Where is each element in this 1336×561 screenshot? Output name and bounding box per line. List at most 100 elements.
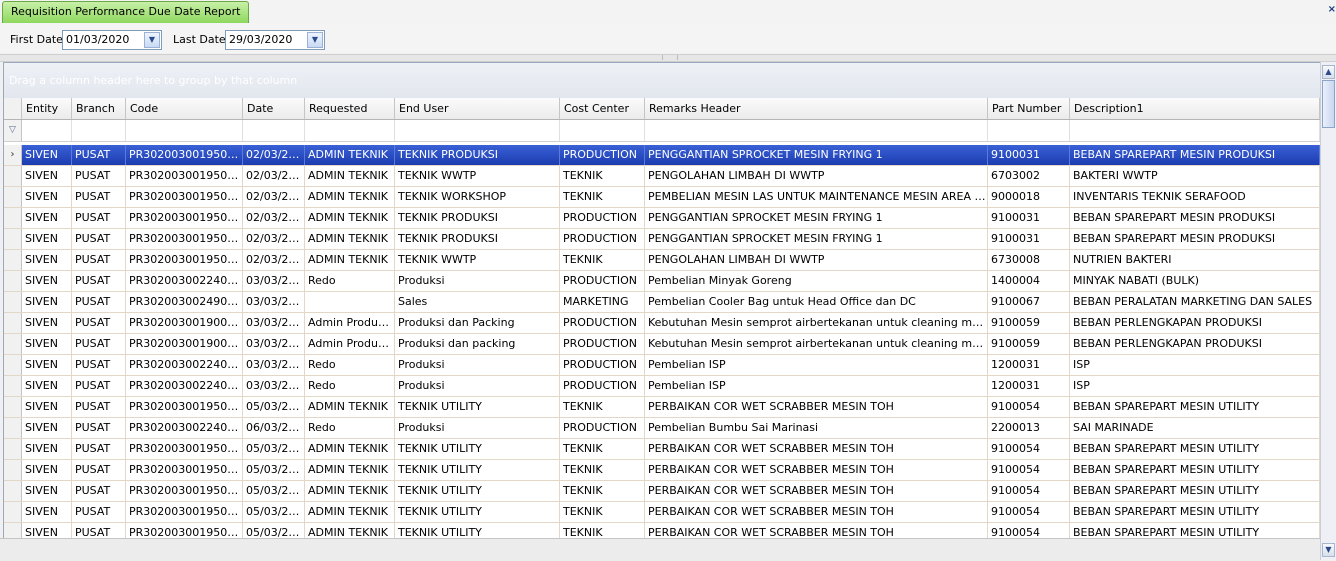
filter-col-end-user[interactable] (395, 120, 560, 141)
cell-description1[interactable]: BEBAN SPAREPART MESIN PRODUKSI (1070, 208, 1320, 228)
cell-end-user[interactable]: TEKNIK UTILITY (395, 502, 560, 522)
cell-branch[interactable]: PUSAT (72, 355, 126, 375)
cell-description1[interactable]: ISP (1070, 355, 1320, 375)
cell-remarks-header[interactable]: Pembelian Bumbu Sai Marinasi (645, 418, 988, 438)
cell-end-user[interactable]: Produksi (395, 418, 560, 438)
table-row[interactable]: SIVEN PUSAT PR3020030019000007 03/03/2020 Ad… (4, 334, 1320, 355)
cell-requested[interactable]: ADMIN TEKNIK (305, 145, 395, 165)
cell-branch[interactable]: PUSAT (72, 187, 126, 207)
chevron-down-icon[interactable]: ▼ (307, 32, 323, 48)
cell-code[interactable]: PR3020030019000007 (126, 313, 243, 333)
cell-part-number[interactable]: 9000018 (988, 187, 1070, 207)
cell-code[interactable]: PR3020030019500003 (126, 250, 243, 270)
cell-cost-center[interactable]: TEKNIK (560, 397, 645, 417)
cell-code[interactable]: PR3020030022400006 (126, 271, 243, 291)
cell-cost-center[interactable]: TEKNIK (560, 481, 645, 501)
cell-code[interactable]: PR3020030019500001 (126, 145, 243, 165)
cell-entity[interactable]: SIVEN (22, 334, 72, 354)
filter-col-requested[interactable] (305, 120, 395, 141)
cell-date[interactable]: 05/03/2020 (243, 481, 305, 501)
cell-description1[interactable]: BEBAN SPAREPART MESIN UTILITY (1070, 502, 1320, 522)
row-indicator[interactable] (4, 397, 22, 417)
table-row[interactable]: SIVEN PUSAT PR3020030019500009 05/03/2020 AD… (4, 397, 1320, 418)
cell-entity[interactable]: SIVEN (22, 187, 72, 207)
cell-remarks-header[interactable]: PERBAIKAN COR WET SCRABBER MESIN TOH (645, 502, 988, 522)
cell-description1[interactable]: BEBAN SPAREPART MESIN PRODUKSI (1070, 229, 1320, 249)
cell-description1[interactable]: BEBAN SPAREPART MESIN UTILITY (1070, 397, 1320, 417)
cell-requested[interactable]: ADMIN TEKNIK (305, 460, 395, 480)
cell-remarks-header[interactable]: PERBAIKAN COR WET SCRABBER MESIN TOH (645, 481, 988, 501)
cell-description1[interactable]: BEBAN SPAREPART MESIN UTILITY (1070, 481, 1320, 501)
cell-remarks-header[interactable]: PENGOLAHAN LIMBAH DI WWTP (645, 250, 988, 270)
table-row[interactable]: SIVEN PUSAT PR3020030019500009 05/03/2020 AD… (4, 460, 1320, 481)
cell-part-number[interactable]: 9100054 (988, 460, 1070, 480)
cell-code[interactable]: PR3020030022400005 (126, 376, 243, 396)
cell-end-user[interactable]: TEKNIK PRODUKSI (395, 208, 560, 228)
cell-requested[interactable]: ADMIN TEKNIK (305, 187, 395, 207)
cell-remarks-header[interactable]: Pembelian ISP (645, 376, 988, 396)
scroll-down-icon[interactable]: ▼ (1322, 543, 1335, 557)
header-col-date[interactable]: Date (243, 98, 305, 119)
cell-cost-center[interactable]: TEKNIK (560, 250, 645, 270)
cell-code[interactable]: PR3020030024900004 (126, 292, 243, 312)
cell-code[interactable]: PR3020030019500002 (126, 187, 243, 207)
cell-entity[interactable]: SIVEN (22, 166, 72, 186)
cell-part-number[interactable]: 1200031 (988, 355, 1070, 375)
cell-end-user[interactable]: TEKNIK UTILITY (395, 439, 560, 459)
splitter[interactable] (0, 54, 1336, 62)
cell-branch[interactable]: PUSAT (72, 271, 126, 291)
cell-cost-center[interactable]: PRODUCTION (560, 376, 645, 396)
cell-date[interactable]: 05/03/2020 (243, 439, 305, 459)
row-indicator[interactable] (4, 439, 22, 459)
cell-requested[interactable]: ADMIN TEKNIK (305, 208, 395, 228)
row-indicator[interactable] (4, 502, 22, 522)
cell-cost-center[interactable]: PRODUCTION (560, 313, 645, 333)
filter-col-cost-center[interactable] (560, 120, 645, 141)
cell-remarks-header[interactable]: PERBAIKAN COR WET SCRABBER MESIN TOH (645, 439, 988, 459)
chevron-down-icon[interactable]: ▼ (144, 32, 160, 48)
cell-requested[interactable] (305, 292, 395, 312)
cell-date[interactable]: 03/03/2020 (243, 376, 305, 396)
cell-entity[interactable]: SIVEN (22, 397, 72, 417)
table-row[interactable]: SIVEN PUSAT PR3020030019000007 03/03/2020 Ad… (4, 313, 1320, 334)
cell-entity[interactable]: SIVEN (22, 229, 72, 249)
cell-code[interactable]: PR3020030022400011 (126, 418, 243, 438)
cell-description1[interactable]: BEBAN SPAREPART MESIN UTILITY (1070, 460, 1320, 480)
header-col-remarks-header[interactable]: Remarks Header (645, 98, 988, 119)
row-indicator[interactable] (4, 250, 22, 270)
row-indicator[interactable] (4, 271, 22, 291)
cell-branch[interactable]: PUSAT (72, 502, 126, 522)
cell-date[interactable]: 02/03/2020 (243, 166, 305, 186)
filter-col-branch[interactable] (72, 120, 126, 141)
table-row[interactable]: SIVEN PUSAT PR3020030022400011 06/03/2020 Re… (4, 418, 1320, 439)
cell-part-number[interactable]: 9100054 (988, 502, 1070, 522)
cell-entity[interactable]: SIVEN (22, 376, 72, 396)
first-date-picker[interactable]: 01/03/2020 ▼ (62, 30, 162, 50)
filter-col-date[interactable] (243, 120, 305, 141)
table-row[interactable]: SIVEN PUSAT PR3020030019500003 02/03/2020 AD… (4, 166, 1320, 187)
table-row[interactable]: SIVEN PUSAT PR3020030019500002 02/03/2020 AD… (4, 187, 1320, 208)
cell-requested[interactable]: ADMIN TEKNIK (305, 250, 395, 270)
scroll-up-icon[interactable]: ▲ (1322, 65, 1335, 79)
row-indicator[interactable] (4, 166, 22, 186)
row-indicator[interactable] (4, 460, 22, 480)
row-indicator[interactable] (4, 418, 22, 438)
cell-date[interactable]: 02/03/2020 (243, 250, 305, 270)
cell-cost-center[interactable]: PRODUCTION (560, 271, 645, 291)
cell-description1[interactable]: INVENTARIS TEKNIK SERAFOOD (1070, 187, 1320, 207)
cell-entity[interactable]: SIVEN (22, 250, 72, 270)
cell-description1[interactable]: BEBAN PERALATAN MARKETING DAN SALES (1070, 292, 1320, 312)
cell-branch[interactable]: PUSAT (72, 208, 126, 228)
cell-entity[interactable]: SIVEN (22, 208, 72, 228)
cell-code[interactable]: PR3020030019500009 (126, 460, 243, 480)
cell-branch[interactable]: PUSAT (72, 418, 126, 438)
cell-end-user[interactable]: Produksi (395, 271, 560, 291)
cell-remarks-header[interactable]: PENGOLAHAN LIMBAH DI WWTP (645, 166, 988, 186)
cell-part-number[interactable]: 9100054 (988, 397, 1070, 417)
cell-end-user[interactable]: TEKNIK WORKSHOP (395, 187, 560, 207)
cell-date[interactable]: 03/03/2020 (243, 313, 305, 333)
cell-remarks-header[interactable]: Pembelian ISP (645, 355, 988, 375)
row-indicator[interactable] (4, 355, 22, 375)
close-icon[interactable]: × (1326, 2, 1336, 18)
cell-entity[interactable]: SIVEN (22, 313, 72, 333)
